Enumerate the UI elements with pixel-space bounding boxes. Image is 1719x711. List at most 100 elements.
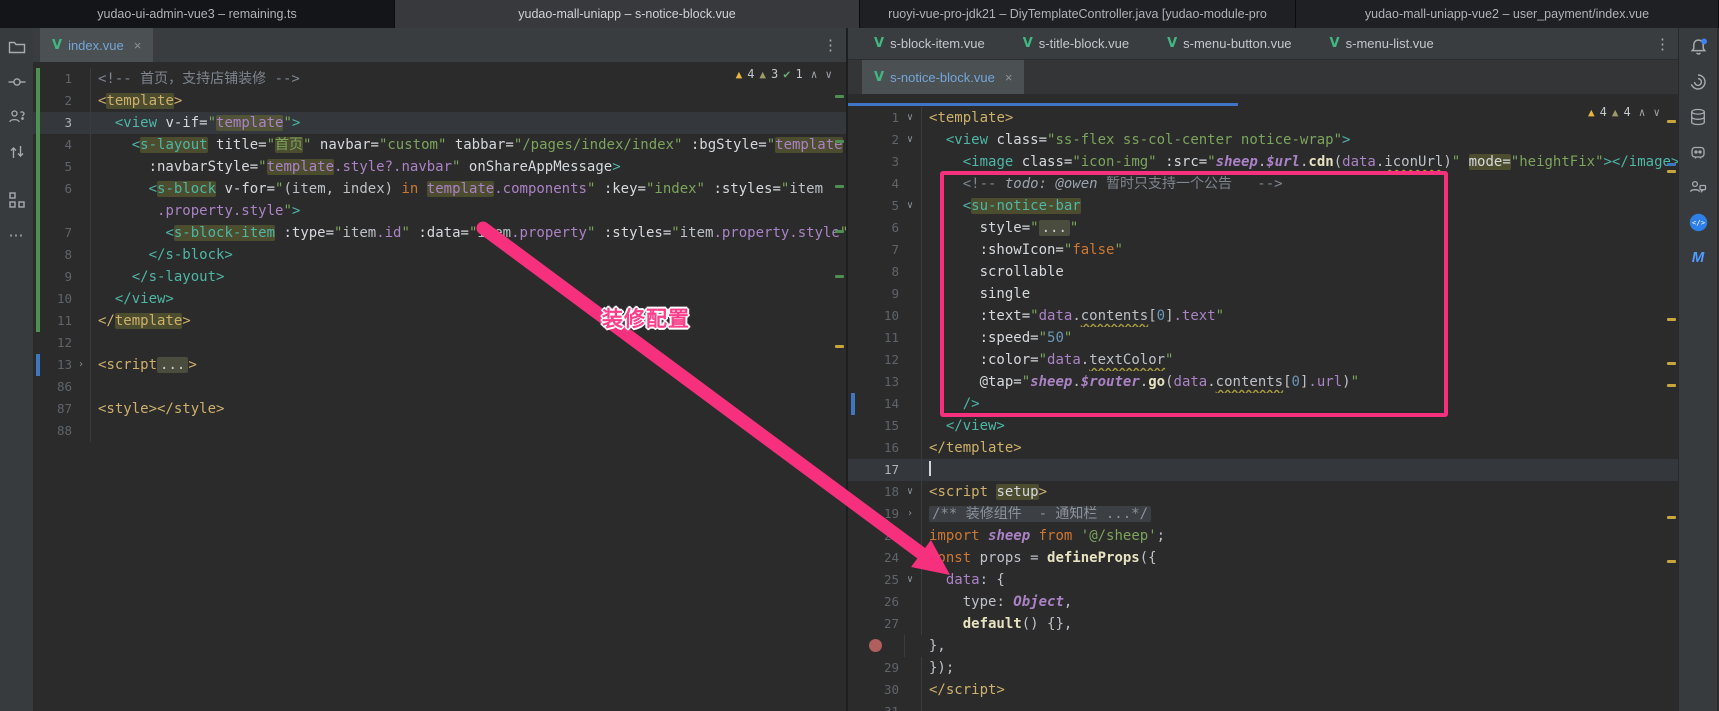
code-line: 10 </view> (33, 288, 846, 310)
line-number[interactable]: 12 (40, 332, 72, 354)
line-number[interactable]: 13 (855, 371, 899, 393)
breakpoint-icon[interactable] (869, 639, 882, 652)
line-number[interactable]: 16 (855, 437, 899, 459)
fold-toggle-icon[interactable]: ∨ (899, 195, 921, 217)
line-number[interactable]: 18 (855, 481, 899, 503)
line-number[interactable]: 8 (40, 244, 72, 266)
users-help-icon[interactable] (6, 106, 28, 128)
line-number[interactable]: 8 (855, 261, 899, 283)
fold-toggle-icon[interactable]: ∨ (899, 569, 921, 591)
fold-toggle-icon[interactable]: ∨ (899, 107, 921, 129)
inspections-widget[interactable]: ▲ 4 ▲ 4 ∧ ∨ (1588, 105, 1660, 119)
window-tab[interactable]: yudao-mall-uniapp – s-notice-block.vue (395, 0, 860, 28)
tab-s-menu-button-vue[interactable]: Vs-menu-button.vue (1155, 28, 1303, 59)
window-tab[interactable]: ruoyi-vue-pro-jdk21 – DiyTemplateControl… (860, 0, 1296, 28)
line-number[interactable]: 19 (855, 503, 899, 525)
ai-assistant-icon[interactable] (1687, 71, 1709, 93)
database-icon[interactable] (1687, 106, 1709, 128)
line-number[interactable]: 6 (855, 217, 899, 239)
structure-icon[interactable] (6, 189, 28, 211)
line-number[interactable]: 3 (855, 151, 899, 173)
line-number[interactable]: 86 (40, 376, 72, 398)
line-number[interactable]: 30 (855, 679, 899, 701)
line-number[interactable]: 10 (40, 288, 72, 310)
next-issue-icon[interactable]: ∨ (1653, 106, 1660, 119)
line-number[interactable]: 31 (855, 701, 899, 711)
line-number[interactable]: 9 (855, 283, 899, 305)
line-number[interactable]: 4 (855, 173, 899, 195)
line-number[interactable]: 12 (855, 349, 899, 371)
line-number[interactable]: 5 (855, 195, 899, 217)
more-vertical-icon[interactable]: ⋮ (823, 28, 838, 62)
prev-issue-icon[interactable]: ∧ (1639, 106, 1646, 119)
fold-toggle-icon[interactable]: › (72, 354, 90, 376)
more-vertical-icon[interactable]: ⋮ (1655, 28, 1670, 59)
code-line: 1∨<template> (848, 107, 1678, 129)
marscode-icon[interactable]: M (1687, 246, 1709, 268)
code-line: 16</template> (848, 437, 1678, 459)
line-number[interactable]: 23 (855, 525, 899, 547)
line-number[interactable]: 15 (855, 415, 899, 437)
line-number[interactable]: 24 (855, 547, 899, 569)
line-number[interactable] (40, 200, 72, 222)
community-chat-icon[interactable] (1687, 176, 1709, 198)
line-number[interactable]: 87 (40, 398, 72, 420)
tab-s-block-item-vue[interactable]: Vs-block-item.vue (862, 28, 997, 59)
line-number[interactable]: 3 (40, 112, 72, 134)
fold-toggle-icon[interactable]: ∨ (899, 481, 921, 503)
right-code-editor[interactable]: ▲ 4 ▲ 4 ∧ ∨ 1∨<template>2∨ <view class="… (848, 95, 1678, 711)
code-line: 27 default() {}, (848, 613, 1678, 635)
tab-s-menu-list-vue[interactable]: Vs-menu-list.vue (1318, 28, 1446, 59)
code-line: 2∨ <view class="ss-flex ss-col-center no… (848, 129, 1678, 151)
close-icon[interactable]: × (134, 38, 142, 53)
check-icon: ✔ (783, 67, 790, 81)
line-number[interactable]: 17 (855, 459, 899, 481)
prev-issue-icon[interactable]: ∧ (811, 68, 818, 81)
line-number[interactable]: 25 (855, 569, 899, 591)
code-text: </view> (922, 415, 1678, 437)
window-tab[interactable]: yudao-ui-admin-vue3 – remaining.ts (0, 0, 395, 28)
fold-column (882, 635, 904, 657)
line-number[interactable]: 11 (40, 310, 72, 332)
line-number[interactable]: 10 (855, 305, 899, 327)
next-issue-icon[interactable]: ∨ (825, 68, 832, 81)
line-number[interactable]: 7 (40, 222, 72, 244)
close-icon[interactable]: × (1005, 70, 1013, 85)
line-number[interactable]: 14 (855, 393, 899, 415)
fold-column (72, 90, 90, 112)
inspections-widget[interactable]: ▲ 4 ▲ 3 ✔ 1 ∧ ∨ (736, 67, 832, 81)
window-tab[interactable]: yudao-mall-uniapp-vue2 – user_payment/in… (1296, 0, 1719, 28)
fold-column (72, 178, 90, 200)
line-number[interactable]: 5 (40, 156, 72, 178)
line-number[interactable]: 1 (40, 68, 72, 90)
project-folder-icon[interactable] (6, 36, 28, 58)
more-horizontal-icon[interactable]: ⋯ (6, 224, 28, 246)
line-number[interactable]: 13 (40, 354, 72, 376)
code-chat-icon[interactable]: </> (1687, 211, 1709, 233)
line-number[interactable]: 1 (855, 107, 899, 129)
tab-index-vue[interactable]: V index.vue × (40, 28, 153, 62)
fold-toggle-icon[interactable]: › (899, 503, 921, 525)
code-text (922, 459, 1678, 481)
line-number[interactable]: 2 (40, 90, 72, 112)
pull-request-icon[interactable] (6, 141, 28, 163)
line-number[interactable]: 88 (40, 420, 72, 442)
robot-assistant-icon[interactable] (1687, 141, 1709, 163)
tab-s-title-block-vue[interactable]: Vs-title-block.vue (1011, 28, 1141, 59)
line-number[interactable]: 26 (855, 591, 899, 613)
fold-column (72, 398, 90, 420)
line-number[interactable]: 29 (855, 657, 899, 679)
line-number[interactable]: 4 (40, 134, 72, 156)
notifications-bell-icon[interactable] (1687, 36, 1709, 58)
fold-toggle-icon[interactable]: ∨ (899, 129, 921, 151)
line-number[interactable]: 6 (40, 178, 72, 200)
commit-icon[interactable] (6, 71, 28, 93)
line-number[interactable]: 2 (855, 129, 899, 151)
line-number[interactable]: 27 (855, 613, 899, 635)
line-number[interactable]: 11 (855, 327, 899, 349)
tab-s-notice-block-vue[interactable]: V s-notice-block.vue × (862, 60, 1024, 94)
left-code-editor[interactable]: ▲ 4 ▲ 3 ✔ 1 ∧ ∨ 1<!-- 首页，支持店铺装修 -->2<tem… (33, 63, 846, 711)
line-number[interactable]: 9 (40, 266, 72, 288)
line-number[interactable]: 7 (855, 239, 899, 261)
code-text: <s-block v-for="(item, index) in templat… (91, 178, 846, 200)
